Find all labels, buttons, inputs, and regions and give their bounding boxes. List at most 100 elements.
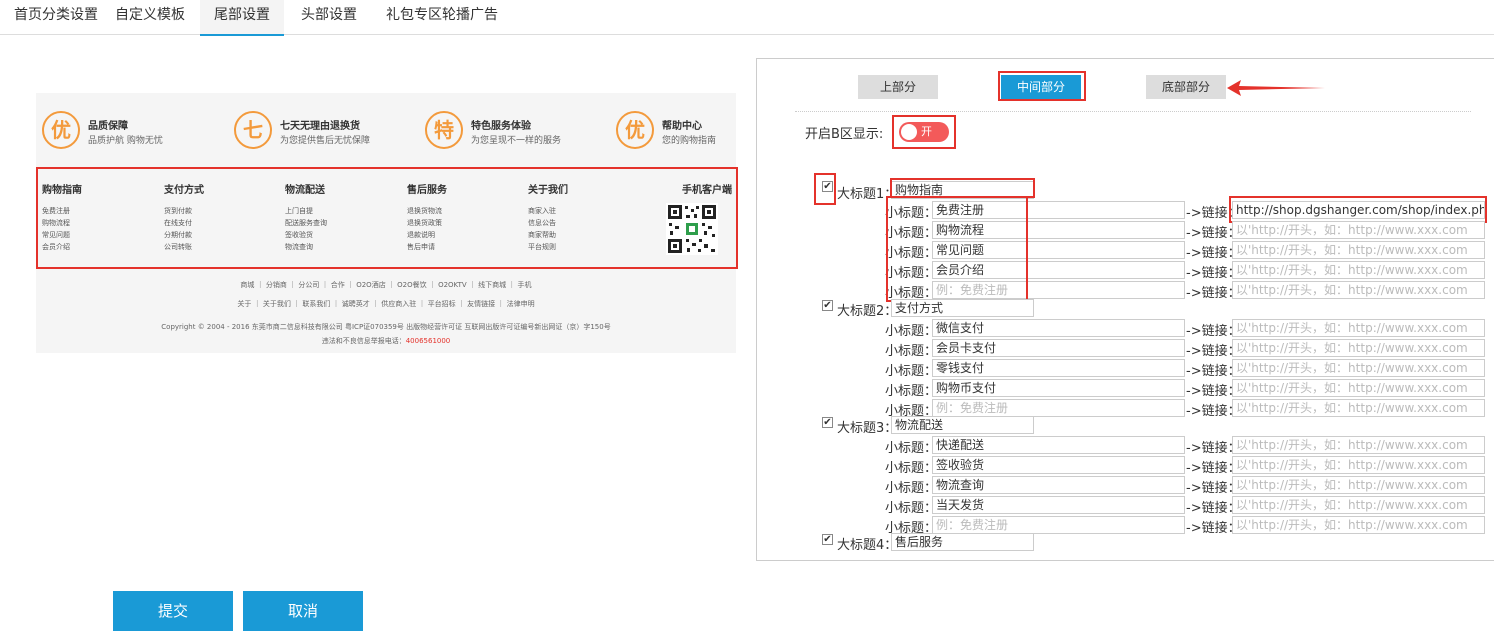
footer-column: 购物指南 免费注册 购物流程 常见问题 会员介绍: [42, 181, 82, 253]
config-panel: 上部分 中间部分 底部部分 开启B区显示: 开 ✔ 大标题1： 购物指南 小标题…: [756, 58, 1494, 561]
column-title: 关于我们: [528, 185, 568, 196]
highlight-box: [886, 196, 1028, 302]
link-input[interactable]: 以'http://开头，如：http://www.xxx.com: [1232, 456, 1485, 474]
link-input[interactable]: 以'http://开头，如：http://www.xxx.com: [1232, 476, 1485, 494]
sub-title-input[interactable]: 快递配送: [932, 436, 1185, 454]
sub-title-input[interactable]: 当天发货: [932, 496, 1185, 514]
sub-title-input[interactable]: 微信支付: [932, 319, 1185, 337]
column-link[interactable]: 常见问题: [42, 229, 82, 241]
column-title: 手机客户端: [682, 185, 732, 196]
group-3-checkbox[interactable]: ✔: [822, 417, 833, 428]
promo-subtitle: 为您呈现不一样的服务: [471, 136, 562, 146]
promo-title: 七天无理由退换货: [280, 121, 360, 132]
link-input[interactable]: 以'http://开头，如：http://www.xxx.com: [1232, 281, 1485, 299]
column-link[interactable]: 上门自提: [285, 205, 327, 217]
sub-title-input[interactable]: 会员卡支付: [932, 339, 1185, 357]
link-input[interactable]: 以'http://开头，如：http://www.xxx.com: [1232, 516, 1485, 534]
main-title-input[interactable]: 物流配送: [891, 416, 1034, 434]
link-input[interactable]: 以'http://开头，如：http://www.xxx.com: [1232, 319, 1485, 337]
link-input[interactable]: 以'http://开头，如：http://www.xxx.com: [1232, 359, 1485, 377]
column-link[interactable]: 免费注册: [42, 205, 82, 217]
column-link[interactable]: 签收验货: [285, 229, 327, 241]
highlight-box: [1229, 196, 1487, 223]
segment-bottom-button[interactable]: 底部部分: [1146, 75, 1226, 99]
column-link[interactable]: 物流查询: [285, 241, 327, 253]
column-link[interactable]: 退款说明: [407, 229, 447, 241]
column-link[interactable]: 会员介绍: [42, 241, 82, 253]
link-input[interactable]: 以'http://开头，如：http://www.xxx.com: [1232, 379, 1485, 397]
group-2-checkbox[interactable]: ✔: [822, 300, 833, 311]
footer-links-row[interactable]: 商城 ｜ 分销商 ｜ 分公司 ｜ 合作 ｜ O2O酒店 ｜ O2O餐饮 ｜ O2…: [36, 280, 736, 290]
promo-title: 帮助中心: [662, 121, 702, 132]
tab-footer-settings[interactable]: 尾部设置: [200, 0, 284, 36]
sub-title-input[interactable]: 物流查询: [932, 476, 1185, 494]
column-link[interactable]: 分期付款: [164, 229, 204, 241]
promo-subtitle: 品质护航 购物无忧: [88, 136, 163, 146]
tab-gift-carousel[interactable]: 礼包专区轮播广告: [372, 0, 512, 34]
column-title: 售后服务: [407, 185, 447, 196]
main-title-input[interactable]: 支付方式: [891, 299, 1034, 317]
footer-link-columns: 购物指南 免费注册 购物流程 常见问题 会员介绍 支付方式 货到付款 在线支付 …: [36, 167, 738, 269]
column-link[interactable]: 商家入驻: [528, 205, 568, 217]
column-link[interactable]: 退换货政策: [407, 217, 447, 229]
footer-column: 关于我们 商家入驻 信息公告 商家帮助 平台规则: [528, 181, 568, 253]
column-link[interactable]: 平台规则: [528, 241, 568, 253]
link-input[interactable]: 以'http://开头，如：http://www.xxx.com: [1232, 261, 1485, 279]
column-link[interactable]: 信息公告: [528, 217, 568, 229]
column-link[interactable]: 商家帮助: [528, 229, 568, 241]
column-link[interactable]: 购物流程: [42, 217, 82, 229]
footer-preview: 优 品质保障 品质护航 购物无忧 七 七天无理由退换货 为您提供售后无忧保障 特…: [36, 93, 738, 353]
submit-button[interactable]: 提交: [113, 591, 233, 631]
link-input[interactable]: 以'http://开头，如：http://www.xxx.com: [1232, 399, 1485, 417]
sub-title-label: 小标题：: [885, 461, 938, 476]
cancel-button[interactable]: 取消: [243, 591, 363, 631]
link-input[interactable]: 以'http://开头，如：http://www.xxx.com: [1232, 221, 1485, 239]
sub-title-input[interactable]: 例：免费注册: [932, 516, 1185, 534]
sub-title-label: 小标题：: [885, 481, 938, 496]
column-title: 支付方式: [164, 185, 204, 196]
promo-title: 品质保障: [88, 121, 128, 132]
qr-code-icon: [666, 203, 718, 255]
column-link[interactable]: 退换货物流: [407, 205, 447, 217]
column-link[interactable]: 货到付款: [164, 205, 204, 217]
footer-column: 物流配送 上门自提 配送服务查询 签收验货 物流查询: [285, 181, 327, 253]
column-title: 购物指南: [42, 185, 82, 196]
promo-icon: 优: [616, 111, 654, 149]
footer-column: 支付方式 货到付款 在线支付 分期付款 公司转账: [164, 181, 204, 253]
column-link[interactable]: 售后申请: [407, 241, 447, 253]
divider: [795, 111, 1471, 112]
promo-title: 特色服务体验: [471, 121, 531, 132]
sub-title-input[interactable]: 例：免费注册: [932, 399, 1185, 417]
column-link[interactable]: 公司转账: [164, 241, 204, 253]
promo-icon: 七: [234, 111, 272, 149]
tab-home-category[interactable]: 首页分类设置: [0, 0, 112, 34]
sub-title-label: 小标题：: [885, 384, 938, 399]
sub-title-input[interactable]: 签收验货: [932, 456, 1185, 474]
link-input[interactable]: 以'http://开头，如：http://www.xxx.com: [1232, 496, 1485, 514]
main-title-input[interactable]: 售后服务: [891, 533, 1034, 551]
column-link[interactable]: 在线支付: [164, 217, 204, 229]
tab-header-settings[interactable]: 头部设置: [287, 0, 371, 34]
sub-title-input[interactable]: 购物币支付: [932, 379, 1185, 397]
main-title-label: 大标题3：: [837, 421, 898, 436]
main-title-label: 大标题4：: [837, 538, 898, 553]
sub-title-label: 小标题：: [885, 344, 938, 359]
segment-top-button[interactable]: 上部分: [858, 75, 938, 99]
enable-b-label: 开启B区显示:: [805, 127, 884, 142]
link-input[interactable]: 以'http://开头，如：http://www.xxx.com: [1232, 339, 1485, 357]
promo-icon: 特: [425, 111, 463, 149]
sub-title-input[interactable]: 零钱支付: [932, 359, 1185, 377]
highlight-box: [892, 115, 956, 149]
tab-bar: 首页分类设置 自定义模板 尾部设置 头部设置 礼包专区轮播广告: [0, 0, 1494, 36]
highlight-box: [814, 173, 836, 205]
report-text: 违法和不良信息举报电话：: [321, 337, 406, 345]
tab-custom-template[interactable]: 自定义模板: [101, 0, 199, 34]
group-4-checkbox[interactable]: ✔: [822, 534, 833, 545]
sub-title-label: 小标题：: [885, 364, 938, 379]
link-input[interactable]: 以'http://开头，如：http://www.xxx.com: [1232, 241, 1485, 259]
main-title-label: 大标题2：: [837, 304, 898, 319]
link-input[interactable]: 以'http://开头，如：http://www.xxx.com: [1232, 436, 1485, 454]
footer-links-row[interactable]: 关于 ｜ 关于我们 ｜ 联系我们 ｜ 诚聘英才 ｜ 供应商入驻 ｜ 平台招标 ｜…: [36, 299, 736, 309]
column-link[interactable]: 配送服务查询: [285, 217, 327, 229]
promo-subtitle: 为您提供售后无忧保障: [280, 136, 371, 146]
